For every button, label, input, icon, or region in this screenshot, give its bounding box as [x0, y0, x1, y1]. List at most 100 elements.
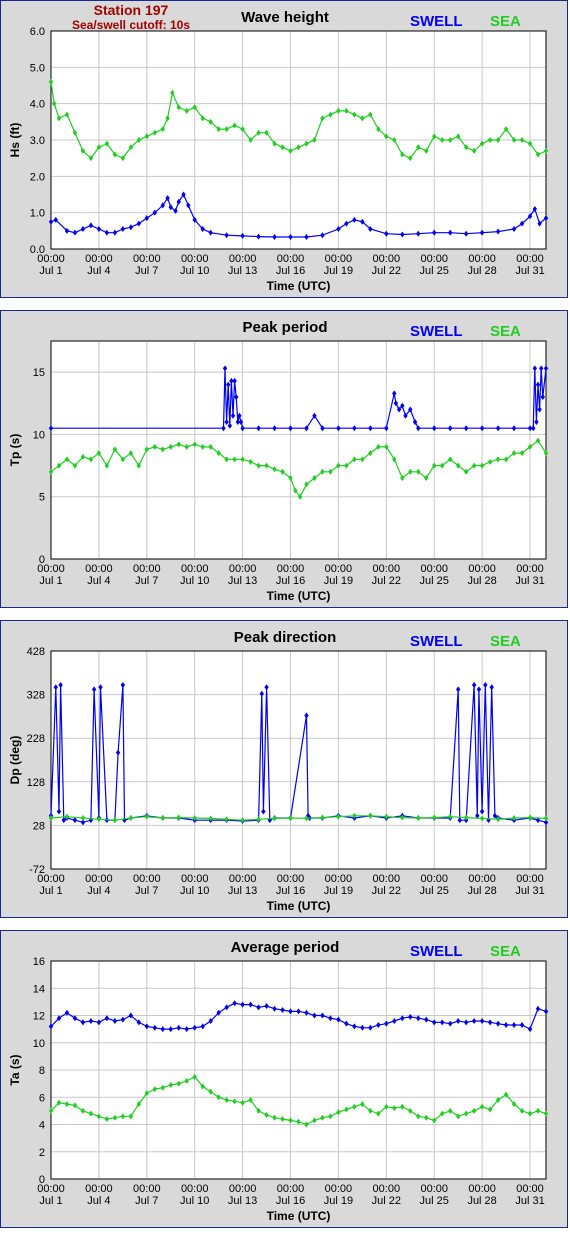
x-tick-date: Jul 31: [515, 575, 544, 587]
x-tick-date: Jul 13: [228, 265, 257, 277]
y-tick-label: 228: [27, 733, 45, 745]
x-tick-date: Jul 19: [324, 265, 353, 277]
x-tick-date: Jul 31: [515, 265, 544, 277]
x-tick-time: 00:00: [468, 1183, 496, 1195]
legend-swell: SWELL: [410, 943, 463, 960]
y-tick-label: 4: [39, 1120, 45, 1132]
x-tick-time: 00:00: [181, 563, 209, 575]
y-tick-label: -72: [29, 864, 45, 876]
x-tick-time: 00:00: [277, 253, 305, 265]
x-tick-date: Jul 7: [135, 575, 158, 587]
x-tick-time: 00:00: [325, 873, 353, 885]
y-tick-label: 2.0: [30, 171, 45, 183]
x-tick-date: Jul 22: [372, 1195, 401, 1207]
x-tick-time: 00:00: [516, 253, 544, 265]
y-axis-label: Hs (ft): [8, 123, 22, 158]
legend-swell: SWELL: [410, 633, 463, 650]
x-tick-date: Jul 16: [276, 265, 305, 277]
x-tick-date: Jul 25: [420, 885, 449, 897]
x-tick-time: 00:00: [133, 873, 161, 885]
x-tick-date: Jul 25: [420, 1195, 449, 1207]
y-tick-label: 6: [39, 1092, 45, 1104]
y-tick-label: 8: [39, 1065, 45, 1077]
peak-period-panel: 00:00 Jul 1 00:00 Jul 4 00:00 Jul 7 00:00 Jul 1…: [0, 310, 568, 608]
x-tick-date: Jul 19: [324, 575, 353, 587]
y-tick-label: 16: [33, 956, 45, 968]
y-tick-label: 10: [33, 1038, 45, 1050]
x-tick-date: Jul 10: [180, 575, 209, 587]
x-tick-date: Jul 1: [39, 575, 62, 587]
x-tick-time: 00:00: [229, 563, 257, 575]
chart-title: Peak period: [242, 319, 327, 336]
wave-height-panel: 00:00 Jul 1 00:00 Jul 4 00:00 Jul 7 00:00 Jul 1…: [0, 0, 568, 298]
x-tick-date: Jul 4: [87, 1195, 110, 1207]
plot-area: [50, 340, 547, 560]
x-tick-date: Jul 28: [467, 1195, 496, 1207]
legend-sea: SEA: [490, 13, 521, 30]
y-tick-label: 0: [39, 554, 45, 566]
x-tick-time: 00:00: [325, 1183, 353, 1195]
x-tick-time: 00:00: [229, 1183, 257, 1195]
x-tick-date: Jul 1: [39, 1195, 62, 1207]
legend-swell: SWELL: [410, 13, 463, 30]
x-axis-label: Time (UTC): [267, 1209, 331, 1223]
x-tick-date: Jul 22: [372, 265, 401, 277]
x-tick-time: 00:00: [468, 563, 496, 575]
x-tick-date: Jul 10: [180, 885, 209, 897]
y-tick-label: 428: [27, 646, 45, 658]
chart-title: Wave height: [241, 9, 329, 26]
x-tick-time: 00:00: [277, 563, 305, 575]
y-tick-label: 10: [33, 429, 45, 441]
x-tick-date: Jul 19: [324, 1195, 353, 1207]
x-tick-date: Jul 4: [87, 265, 110, 277]
y-tick-label: 4.0: [30, 99, 45, 111]
x-tick-time: 00:00: [420, 873, 448, 885]
x-tick-time: 00:00: [277, 873, 305, 885]
x-tick-date: Jul 25: [420, 265, 449, 277]
x-tick-date: Jul 1: [39, 885, 62, 897]
x-tick-date: Jul 25: [420, 575, 449, 587]
x-tick-date: Jul 28: [467, 885, 496, 897]
y-tick-label: 2: [39, 1147, 45, 1159]
x-tick-date: Jul 22: [372, 575, 401, 587]
station-name: Station 197: [94, 2, 169, 18]
x-tick-date: Jul 31: [515, 885, 544, 897]
x-axis-label: Time (UTC): [267, 279, 331, 293]
x-tick-time: 00:00: [277, 1183, 305, 1195]
x-tick-time: 00:00: [85, 873, 113, 885]
peak-direction-chart: 00:00Jul 100:00Jul 400:00Jul 700:00Jul 1…: [8, 629, 549, 913]
y-tick-label: 5.0: [30, 62, 45, 74]
x-tick-time: 00:00: [133, 563, 161, 575]
x-tick-date: Jul 4: [87, 885, 110, 897]
x-tick-time: 00:00: [133, 253, 161, 265]
wave-height-chart: 00:00Jul 100:00Jul 400:00Jul 700:00Jul 1…: [8, 2, 549, 293]
x-tick-time: 00:00: [229, 253, 257, 265]
x-tick-time: 00:00: [181, 253, 209, 265]
y-tick-label: 15: [33, 367, 45, 379]
x-tick-date: Jul 28: [467, 265, 496, 277]
x-tick-date: Jul 22: [372, 885, 401, 897]
x-tick-time: 00:00: [133, 1183, 161, 1195]
x-tick-time: 00:00: [181, 1183, 209, 1195]
x-tick-date: Jul 16: [276, 885, 305, 897]
plot-area: [50, 650, 547, 870]
peak-period-chart: 00:00Jul 100:00Jul 400:00Jul 700:00Jul 1…: [8, 319, 549, 603]
x-tick-time: 00:00: [468, 253, 496, 265]
x-tick-date: Jul 1: [39, 265, 62, 277]
x-tick-time: 00:00: [516, 873, 544, 885]
x-tick-date: Jul 13: [228, 885, 257, 897]
x-axis-label: Time (UTC): [267, 899, 331, 913]
x-tick-date: Jul 16: [276, 1195, 305, 1207]
x-tick-time: 00:00: [420, 563, 448, 575]
x-tick-time: 00:00: [325, 253, 353, 265]
y-axis-label: Dp (deg): [8, 736, 22, 785]
x-tick-date: Jul 31: [515, 1195, 544, 1207]
x-tick-time: 00:00: [229, 873, 257, 885]
x-tick-time: 00:00: [373, 563, 401, 575]
x-tick-date: Jul 7: [135, 265, 158, 277]
x-tick-date: Jul 10: [180, 265, 209, 277]
x-tick-time: 00:00: [85, 1183, 113, 1195]
y-axis-label: Ta (s): [8, 1054, 22, 1085]
chart-title: Peak direction: [234, 629, 337, 646]
x-tick-date: Jul 4: [87, 575, 110, 587]
